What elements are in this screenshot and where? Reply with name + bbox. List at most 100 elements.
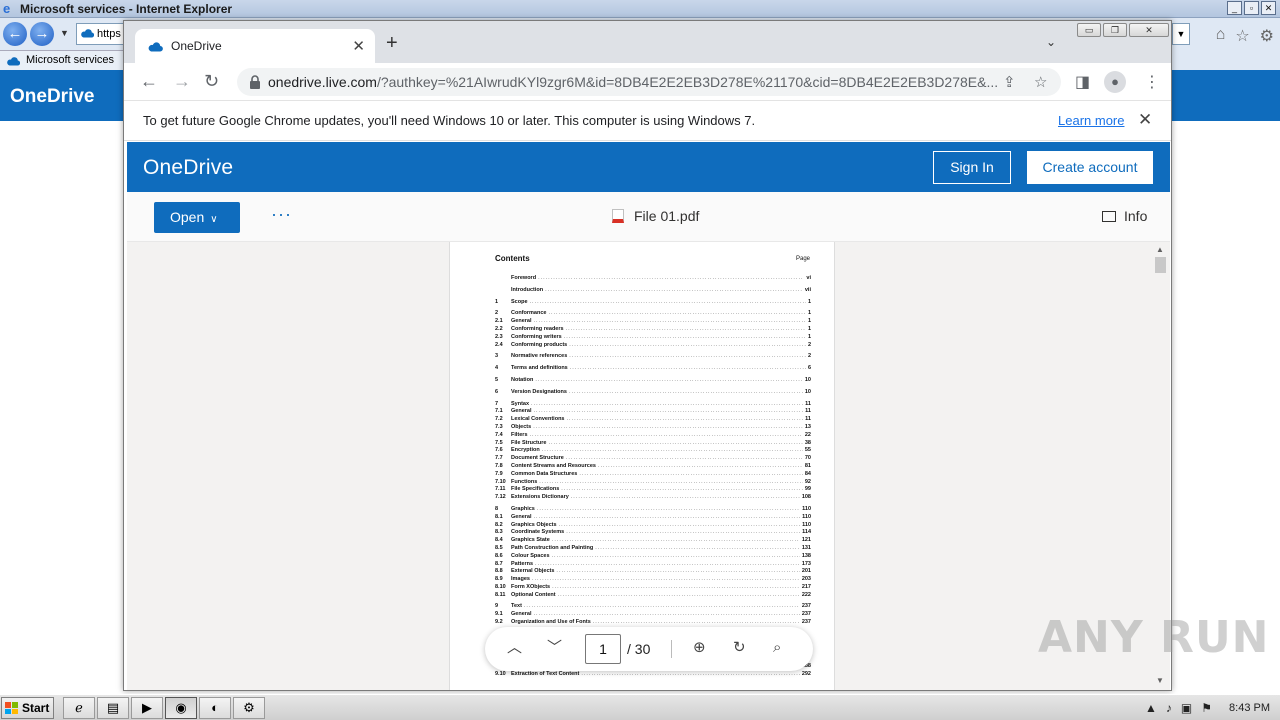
ie-tools-gear-icon[interactable]: ⚙ [1260, 26, 1274, 46]
toc-entry: 2.1 General..............................… [495, 318, 811, 326]
scroll-up-arrow-icon[interactable]: ▲ [1156, 245, 1164, 254]
toc-entry-page: 99 [804, 486, 811, 493]
chrome-restore-button[interactable]: ❐ [1103, 23, 1127, 37]
toc-entry: 7.12 Extensions Dictionary...............… [495, 494, 811, 502]
ie-maximize-button[interactable]: ▫ [1244, 1, 1259, 15]
volume-icon[interactable]: ♪ [1166, 701, 1172, 715]
toc-leader-dots: ........................................… [561, 486, 803, 493]
more-actions-ellipsis-button[interactable]: ··· [271, 204, 292, 225]
taskbar-media-player-icon[interactable]: ▶ [131, 697, 163, 719]
clock[interactable]: 8:43 PM [1229, 702, 1270, 714]
ie-back-button[interactable]: ← [3, 22, 27, 46]
toc-entry: 2 Conformance............................… [495, 310, 811, 318]
ie-home-icon[interactable]: ⌂ [1216, 26, 1226, 46]
ie-onedrive-brand[interactable]: OneDrive [10, 86, 94, 108]
toc-leader-dots: ........................................… [535, 376, 803, 383]
next-page-chevron-down-icon[interactable]: ﹀ [547, 639, 562, 657]
chrome-url-text[interactable]: onedrive.live.com/?authkey=%21AIwrudKYl9… [268, 74, 998, 90]
toc-entry-page: 92 [804, 478, 811, 485]
sign-in-button[interactable]: Sign In [933, 151, 1011, 184]
toc-entry-label: Conforming products [511, 341, 568, 348]
toc-entry: 8.8 External Objects.....................… [495, 568, 811, 576]
toc-leader-dots: ........................................… [533, 513, 801, 520]
toc-entry: 8.4 Graphics State.......................… [495, 537, 811, 545]
toc-leader-dots: ........................................… [597, 462, 803, 469]
toc-entry-page: 6 [807, 365, 811, 372]
toc-leader-dots: ........................................… [556, 568, 800, 575]
bookmark-star-icon[interactable]: ☆ [1034, 73, 1047, 91]
infobar-learn-more-link[interactable]: Learn more [1058, 113, 1124, 128]
action-center-flag-icon[interactable]: ⚑ [1201, 701, 1212, 715]
toc-entry-page: 70 [804, 455, 811, 462]
chrome-minimize-button[interactable]: ▭ [1077, 23, 1101, 37]
create-account-button[interactable]: Create account [1027, 151, 1153, 184]
taskbar-chrome-icon[interactable]: ◉ [165, 697, 197, 719]
file-name-title: File 01.pdf [612, 208, 699, 224]
ie-favorites-icon[interactable]: ☆ [1235, 26, 1249, 46]
ie-minimize-button[interactable]: _ [1227, 1, 1242, 15]
previous-page-chevron-up-icon[interactable]: ︿ [507, 639, 522, 657]
lock-icon[interactable] [248, 74, 262, 90]
ie-logo-icon: e [3, 1, 11, 16]
infobar-close-icon[interactable]: ✕ [1138, 110, 1152, 130]
onedrive-brand[interactable]: OneDrive [143, 156, 233, 180]
total-pages: / 30 [627, 641, 651, 657]
toc-entry-page: 1 [807, 298, 811, 305]
toc-entry: 8.7 Patterns.............................… [495, 561, 811, 569]
toc-entry-label: General [511, 408, 532, 415]
chrome-reload-icon[interactable]: ↻ [204, 71, 219, 91]
taskbar-edge-icon[interactable]: ◐ [199, 697, 231, 719]
toc-entry: 9 Text...................................… [495, 603, 811, 611]
zoom-in-icon[interactable]: ⊕ [693, 639, 706, 657]
toc-entry-label: External Objects [511, 568, 555, 575]
info-button[interactable]: Info [1102, 208, 1147, 224]
ie-history-dropdown-icon[interactable]: ▼ [60, 28, 69, 38]
toc-leader-dots: ........................................… [579, 470, 803, 477]
network-icon[interactable]: ▣ [1181, 701, 1192, 715]
scroll-down-arrow-icon[interactable]: ▼ [1156, 676, 1164, 685]
ie-forward-button[interactable]: → [30, 22, 54, 46]
search-icon[interactable]: ⌕ [773, 639, 781, 657]
profile-avatar-icon[interactable]: ● [1104, 71, 1126, 93]
pdf-page: Contents Page Foreword..................… [449, 242, 835, 690]
ie-tab-microsoft-services[interactable]: Microsoft services [0, 50, 124, 70]
chrome-close-button[interactable]: ✕ [1129, 23, 1169, 37]
toc-leader-dots: ........................................… [565, 455, 803, 462]
tray-expand-icon[interactable]: ▲ [1145, 701, 1157, 715]
ie-close-button[interactable]: ✕ [1261, 1, 1276, 15]
chrome-omnibox[interactable]: onedrive.live.com/?authkey=%21AIwrudKYl9… [237, 68, 1061, 96]
chrome-forward-arrow-icon[interactable]: → [173, 71, 191, 91]
toc-leader-dots: ........................................… [535, 560, 800, 567]
taskbar-ie-icon[interactable]: ℯ [63, 697, 95, 719]
start-button[interactable]: Start [1, 697, 54, 719]
onedrive-command-bar: Open ∨ ··· File 01.pdf Info [127, 192, 1170, 242]
toc-entry: 9.2 Organization and Use of Fonts........… [495, 619, 811, 627]
ie-address-dropdown-icon[interactable]: ▼ [1172, 23, 1190, 45]
chevron-down-icon: ∨ [210, 214, 218, 225]
chrome-new-tab-plus-icon[interactable]: + [386, 33, 398, 53]
toc-entry: 7.5 File Structure.......................… [495, 440, 811, 448]
open-button[interactable]: Open ∨ [154, 202, 240, 233]
chrome-back-arrow-icon[interactable]: ← [140, 71, 158, 91]
current-page-input[interactable] [585, 634, 621, 664]
rotate-icon[interactable]: ↻ [733, 639, 746, 657]
toc-leader-dots: ........................................… [538, 275, 804, 281]
ie-tab-label: Microsoft services [26, 54, 115, 66]
taskbar-explorer-folder-icon[interactable]: ▤ [97, 697, 129, 719]
chrome-tab-search-chevron-down-icon[interactable]: ⌄ [1046, 35, 1056, 49]
toc-leader-dots: ........................................… [595, 544, 800, 551]
toc-entry: 2.4 Conforming products..................… [495, 342, 811, 350]
chrome-tab-close-icon[interactable]: ✕ [352, 37, 365, 55]
pdf-page-navigator: ︿ ﹀ / 30 ⊕ ↻ ⌕ [485, 627, 813, 671]
share-icon[interactable]: ⇪ [1003, 73, 1016, 91]
toc-entry: 8 Graphics...............................… [495, 506, 811, 514]
chrome-tab-onedrive[interactable]: OneDrive ✕ [135, 29, 375, 63]
scrollbar-thumb[interactable] [1155, 257, 1166, 273]
taskbar-app-icon[interactable]: ⚙ [233, 697, 265, 719]
toc-entry: 7.1 General..............................… [495, 408, 811, 416]
side-panel-icon[interactable]: ◨ [1075, 72, 1090, 92]
pdf-viewer[interactable]: Contents Page Foreword..................… [127, 242, 1170, 690]
chrome-menu-kebab-icon[interactable]: ⋮ [1144, 72, 1160, 92]
toc-entry-page: 11 [805, 416, 811, 423]
info-pane-icon [1102, 211, 1116, 222]
